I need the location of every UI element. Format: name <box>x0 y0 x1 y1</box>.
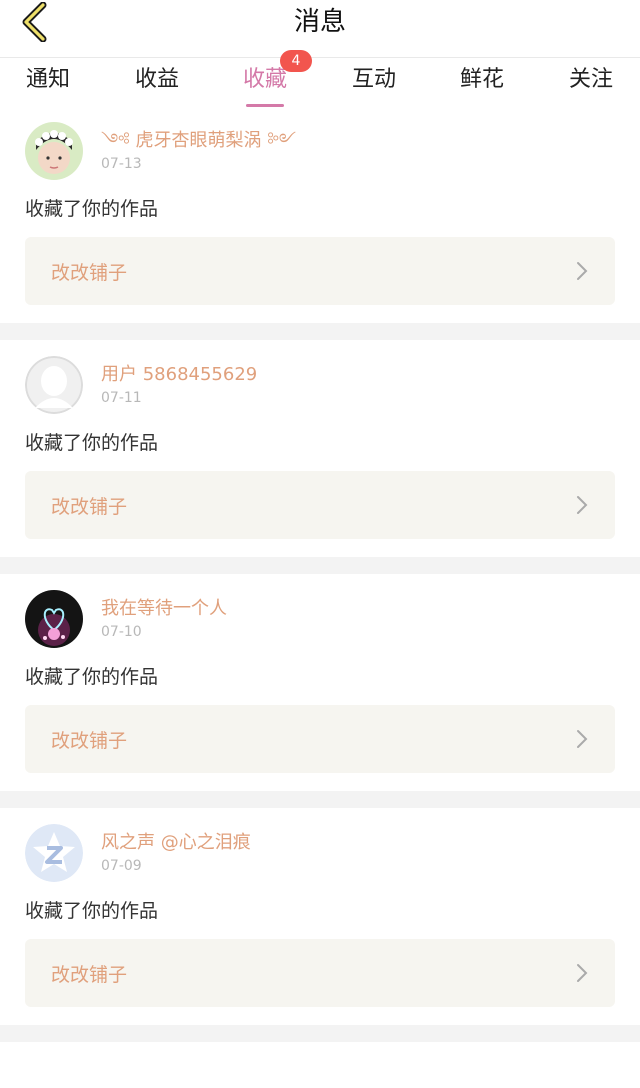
work-link[interactable]: 改改铺子 <box>25 237 615 305</box>
tab-interaction[interactable]: 互动 <box>329 64 419 96</box>
message-date: 07-10 <box>101 624 142 640</box>
chevron-right-icon <box>577 496 588 514</box>
work-title: 改改铺子 <box>51 261 128 284</box>
avatar[interactable] <box>25 590 83 648</box>
decor-left-icon: ༺ <box>101 130 130 151</box>
nav-header: 消息 <box>0 0 640 58</box>
avatar[interactable] <box>25 356 83 414</box>
message-item: ༺ 虎牙杏眼萌梨涡 ༻ 07-13 收藏了你的作品 改改铺子 <box>0 106 640 323</box>
divider <box>0 791 640 808</box>
tab-label: 收藏 <box>242 67 287 92</box>
tab-label: 互动 <box>351 67 396 92</box>
tab-follow[interactable]: 关注 <box>546 64 636 96</box>
flower-crown-avatar-icon <box>25 122 83 180</box>
message-date: 07-13 <box>101 156 142 172</box>
message-item: 用户 5868455629 07-11 收藏了你的作品 改改铺子 <box>0 340 640 557</box>
tab-bar: 通知 收益 收藏 4 互动 鲜花 关注 <box>0 50 640 107</box>
qq-logo-avatar-icon <box>25 824 83 882</box>
chevron-right-icon <box>577 964 588 982</box>
action-text: 收藏了你的作品 <box>25 198 159 220</box>
work-title: 改改铺子 <box>51 963 128 986</box>
heart-glow-avatar-icon <box>25 590 83 648</box>
chevron-right-icon <box>577 262 588 280</box>
message-date: 07-09 <box>101 858 142 874</box>
tab-flowers[interactable]: 鲜花 <box>437 64 527 96</box>
action-text: 收藏了你的作品 <box>25 432 159 454</box>
avatar[interactable] <box>25 122 83 180</box>
unread-badge: 4 <box>280 50 312 72</box>
work-link[interactable]: 改改铺子 <box>25 705 615 773</box>
app-root: 消息 通知 收益 收藏 4 互动 鲜花 关注 ༺ 虎牙杏眼萌梨涡 ༻ 07-13… <box>0 0 640 1088</box>
tab-label: 鲜花 <box>459 67 504 92</box>
divider <box>0 1025 640 1042</box>
work-title: 改改铺子 <box>51 729 128 752</box>
tab-label: 收益 <box>134 67 179 92</box>
page-title: 消息 <box>293 7 346 37</box>
divider <box>0 557 640 574</box>
divider <box>0 323 640 340</box>
work-link[interactable]: 改改铺子 <box>25 471 615 539</box>
default-user-avatar-icon <box>25 356 83 414</box>
message-item: 风之声 @心之泪痕 07-09 收藏了你的作品 改改铺子 <box>0 808 640 1025</box>
tab-label: 关注 <box>568 67 613 92</box>
message-list: ༺ 虎牙杏眼萌梨涡 ༻ 07-13 收藏了你的作品 改改铺子 用户 586845… <box>0 106 640 1042</box>
tab-label: 通知 <box>25 67 70 92</box>
decor-right-icon: ༻ <box>267 130 297 151</box>
chevron-right-icon <box>577 730 588 748</box>
username[interactable]: ༺ 虎牙杏眼萌梨涡 ༻ <box>101 128 296 154</box>
username[interactable]: 我在等待一个人 <box>101 596 227 622</box>
action-text: 收藏了你的作品 <box>25 900 159 922</box>
message-date: 07-11 <box>101 390 142 406</box>
action-text: 收藏了你的作品 <box>25 666 159 688</box>
tab-notice[interactable]: 通知 <box>3 64 93 96</box>
work-title: 改改铺子 <box>51 495 128 518</box>
username[interactable]: 用户 5868455629 <box>101 362 257 388</box>
tab-favorites[interactable]: 收藏 4 <box>220 50 312 107</box>
username[interactable]: 风之声 @心之泪痕 <box>101 830 251 856</box>
tab-earnings[interactable]: 收益 <box>112 64 202 96</box>
message-item: 我在等待一个人 07-10 收藏了你的作品 改改铺子 <box>0 574 640 791</box>
work-link[interactable]: 改改铺子 <box>25 939 615 1007</box>
active-tab-underline <box>246 104 284 107</box>
avatar[interactable] <box>25 824 83 882</box>
